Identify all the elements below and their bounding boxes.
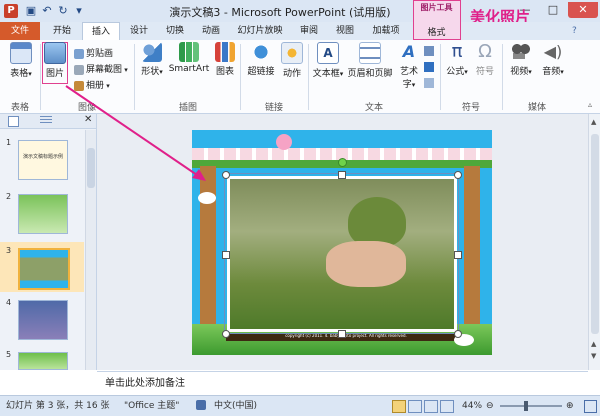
- reading-view-icon[interactable]: [424, 400, 438, 413]
- zoom-slider-thumb[interactable]: [524, 401, 528, 411]
- slideshow-view-icon[interactable]: [440, 400, 454, 413]
- normal-view-icon[interactable]: [392, 400, 406, 413]
- zoom-level[interactable]: 44%: [462, 396, 482, 416]
- zoom-slider[interactable]: [500, 405, 562, 407]
- zoom-in-icon[interactable]: ⊕: [566, 396, 574, 416]
- spellcheck-icon[interactable]: [196, 400, 206, 410]
- status-bar: 幻灯片 第 3 张，共 16 张 "Office 主题" 中文(中国) 44% …: [0, 395, 600, 416]
- slide-count-status: 幻灯片 第 3 张，共 16 张: [6, 401, 110, 411]
- zoom-out-icon[interactable]: ⊖: [486, 396, 494, 416]
- notes-pane[interactable]: 单击此处添加备注: [97, 371, 588, 395]
- slide-sorter-icon[interactable]: [408, 400, 422, 413]
- language-status[interactable]: 中文(中国): [214, 396, 257, 416]
- fit-to-window-icon[interactable]: [584, 400, 597, 413]
- theme-status: "Office 主题": [124, 401, 180, 411]
- annotation-arrow: [65, 85, 206, 181]
